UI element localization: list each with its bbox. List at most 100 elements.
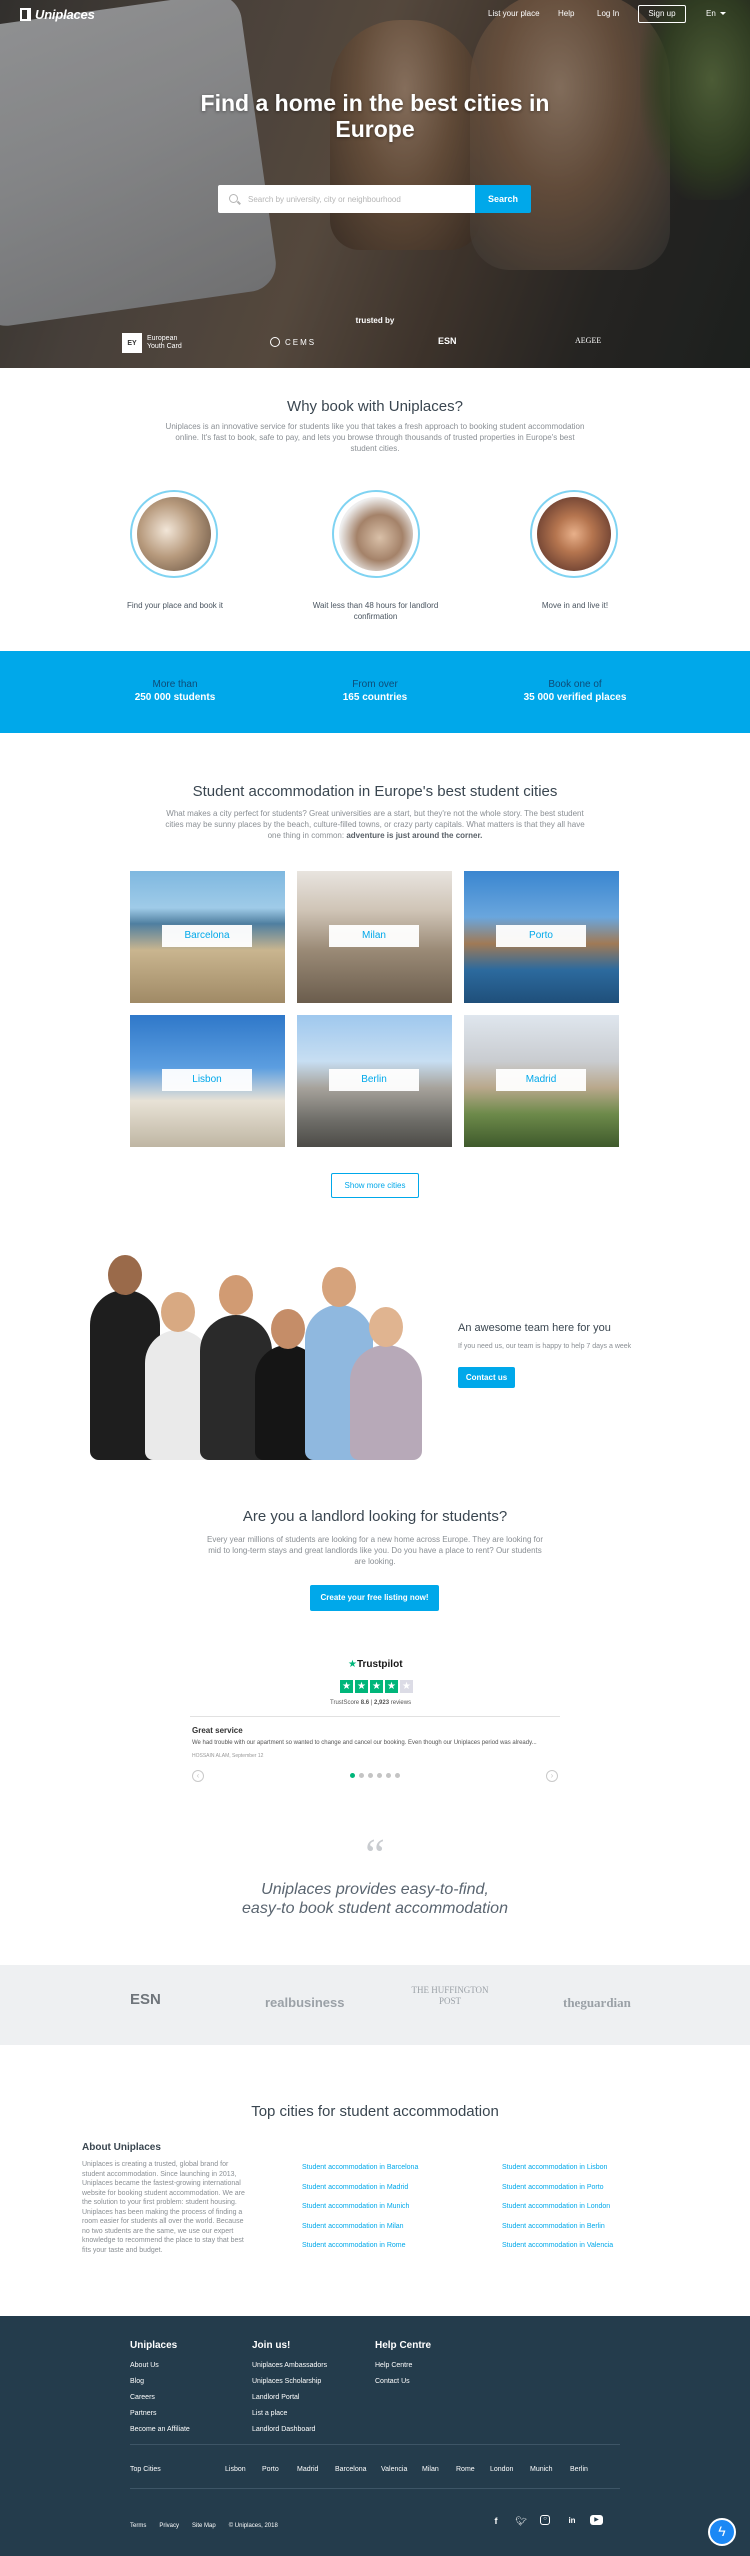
footer-link[interactable]: About Us [130, 2358, 190, 2374]
footer-link[interactable]: Help Centre [375, 2358, 412, 2374]
create-listing-button[interactable]: Create your free listing now! [310, 1585, 439, 1611]
about-title: About Uniplaces [82, 2142, 161, 2153]
twitter-icon[interactable]: 🐦︎ [515, 2515, 527, 2527]
youtube-icon[interactable]: ▶ [590, 2515, 603, 2525]
partner-eyca: EY European Youth Card [122, 333, 187, 353]
feature-image-find [130, 490, 218, 578]
carousel-dot[interactable] [359, 1773, 364, 1778]
city-link[interactable]: Student accommodation in Barcelona [302, 2158, 418, 2178]
footer-link[interactable]: Partners [130, 2406, 190, 2422]
footer-link[interactable]: Uniplaces Scholarship [252, 2374, 327, 2390]
footer-city-link[interactable]: Milan [422, 2466, 456, 2473]
review-carousel-dots [350, 1773, 400, 1778]
landlord-text: Every year millions of students are look… [206, 1535, 544, 1566]
footer-link[interactable]: Landlord Portal [252, 2390, 327, 2406]
footer-link[interactable]: Careers [130, 2390, 190, 2406]
footer-link[interactable]: Landlord Dashboard [252, 2422, 327, 2438]
footer-link[interactable]: List a place [252, 2406, 327, 2422]
nav-list-your-place[interactable]: List your place [488, 9, 540, 18]
review-title: Great service [192, 1726, 243, 1735]
chevron-down-icon [719, 12, 726, 16]
carousel-dot[interactable] [368, 1773, 373, 1778]
city-label: Berlin [329, 1069, 419, 1091]
footer-city-link[interactable]: Munich [530, 2466, 570, 2473]
city-link[interactable]: Student accommodation in Valencia [502, 2236, 613, 2256]
contact-us-button[interactable]: Contact us [458, 1367, 515, 1388]
city-card-porto[interactable]: Porto [464, 871, 619, 1003]
trusted-by-label: trusted by [355, 316, 395, 325]
city-card-barcelona[interactable]: Barcelona [130, 871, 285, 1003]
city-card-milan[interactable]: Milan [297, 871, 452, 1003]
carousel-dot[interactable] [377, 1773, 382, 1778]
language-selector[interactable]: En [706, 9, 726, 18]
hero-section: Uniplaces List your place Help Log In Si… [0, 0, 750, 368]
city-link[interactable]: Student accommodation in Rome [302, 2236, 418, 2256]
review-text: We had trouble with our apartment so wan… [192, 1740, 537, 1746]
footer-link[interactable]: Become an Affiliate [130, 2422, 190, 2438]
cems-logo-icon [270, 337, 280, 347]
city-label: Porto [496, 925, 586, 947]
footer-link[interactable]: Uniplaces Ambassadors [252, 2358, 327, 2374]
search-button[interactable]: Search [475, 185, 531, 213]
logo-text: Uniplaces [35, 7, 95, 22]
footer-link[interactable]: Blog [130, 2374, 190, 2390]
prev-review-button[interactable]: ‹ [192, 1770, 204, 1782]
press-logo-realbusiness: realbusiness [265, 1995, 345, 2010]
eyca-logo-icon: EY [122, 333, 142, 353]
trustpilot-logo[interactable]: ★Trustpilot [348, 1659, 403, 1670]
footer-city-link[interactable]: Barcelona [335, 2466, 381, 2473]
footer-cities: Lisbon Porto Madrid Barcelona Valencia M… [225, 2466, 588, 2473]
footer-city-link[interactable]: Rome [456, 2466, 490, 2473]
city-card-lisbon[interactable]: Lisbon [130, 1015, 285, 1147]
privacy-link[interactable]: Privacy [159, 2523, 179, 2529]
nav-login[interactable]: Log In [597, 9, 619, 18]
team-photo [85, 1245, 430, 1460]
linkedin-icon[interactable]: in [566, 2515, 578, 2527]
carousel-dot[interactable] [386, 1773, 391, 1778]
footer-city-link[interactable]: Lisbon [225, 2466, 262, 2473]
top-cities-col-2: Student accommodation in Lisbon Student … [502, 2158, 613, 2256]
messenger-chat-button[interactable]: ϟ [708, 2518, 736, 2546]
footer-col-help: Help Centre Contact Us [375, 2358, 412, 2390]
city-link[interactable]: Student accommodation in Porto [502, 2178, 613, 2198]
landlord-title: Are you a landlord looking for students? [242, 1508, 508, 1525]
facebook-icon[interactable]: f [490, 2515, 502, 2527]
city-card-madrid[interactable]: Madrid [464, 1015, 619, 1147]
press-logo-esn: ESN [130, 1991, 161, 2008]
trustpilot-rating: ★ ★ ★ ★ ★ [340, 1680, 413, 1693]
city-label: Milan [329, 925, 419, 947]
city-link[interactable]: Student accommodation in Lisbon [502, 2158, 613, 2178]
carousel-dot[interactable] [395, 1773, 400, 1778]
next-review-button[interactable]: › [546, 1770, 558, 1782]
city-link[interactable]: Student accommodation in Madrid [302, 2178, 418, 2198]
city-link[interactable]: Student accommodation in London [502, 2197, 613, 2217]
footer-city-link[interactable]: Valencia [381, 2466, 422, 2473]
search-input[interactable] [218, 185, 475, 213]
sitemap-link[interactable]: Site Map [192, 2523, 216, 2529]
city-card-berlin[interactable]: Berlin [297, 1015, 452, 1147]
quote-icon: “ [365, 1830, 385, 1879]
instagram-icon[interactable]: ○ [540, 2515, 550, 2525]
footer-city-link[interactable]: Porto [262, 2466, 297, 2473]
city-link[interactable]: Student accommodation in Berlin [502, 2217, 613, 2237]
quote-text: Uniplaces provides easy-to-find, easy-to… [242, 1881, 508, 1917]
footer-city-link[interactable]: London [490, 2466, 530, 2473]
press-logo-guardian: theguardian [563, 1995, 631, 2010]
star-icon: ★ [355, 1680, 368, 1693]
carousel-dot[interactable] [350, 1773, 355, 1778]
footer-city-link[interactable]: Madrid [297, 2466, 335, 2473]
logo[interactable]: Uniplaces [20, 7, 95, 22]
city-link[interactable]: Student accommodation in Milan [302, 2217, 418, 2237]
show-more-cities-button[interactable]: Show more cities [331, 1173, 419, 1198]
language-label: En [706, 9, 716, 18]
signup-button[interactable]: Sign up [638, 5, 686, 23]
feature-label-find: Find your place and book it [126, 601, 224, 610]
about-text: Uniplaces is creating a trusted, global … [82, 2161, 245, 2254]
footer-link[interactable]: Contact Us [375, 2374, 412, 2390]
hero-title: Find a home in the best cities in Europe [200, 90, 550, 142]
terms-link[interactable]: Terms [130, 2523, 146, 2529]
nav-help[interactable]: Help [558, 9, 574, 18]
footer-city-link[interactable]: Berlin [570, 2466, 588, 2473]
city-link[interactable]: Student accommodation in Munich [302, 2197, 418, 2217]
cities-text: What makes a city perfect for students? … [165, 809, 585, 840]
